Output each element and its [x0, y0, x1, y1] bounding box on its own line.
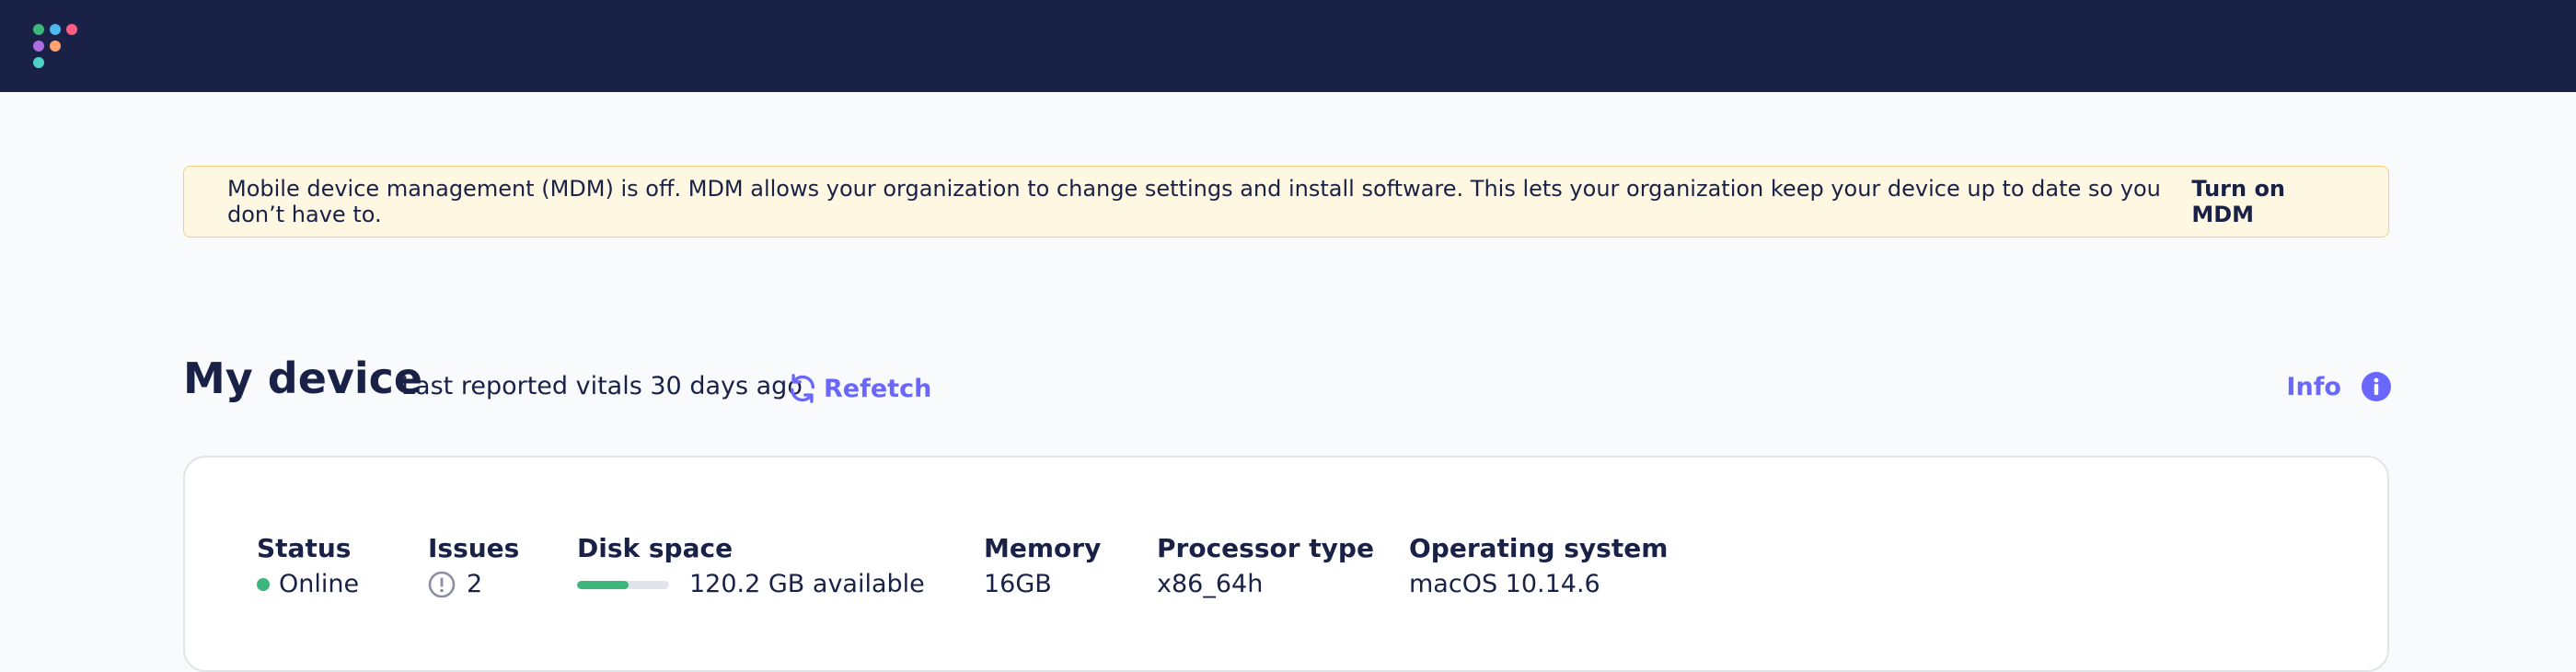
- vital-issues: Issues 2: [428, 531, 519, 603]
- logo-dot: [66, 24, 77, 35]
- device-vitals-card: Status Online Issues 2 Disk space 120.2 …: [183, 456, 2389, 672]
- logo-dot: [33, 41, 44, 52]
- disk-usage-fill: [577, 580, 629, 589]
- memory-value: 16GB: [984, 570, 1052, 598]
- operating-system-value: macOS 10.14.6: [1409, 570, 1600, 598]
- issues-count: 2: [467, 570, 483, 598]
- issues-value[interactable]: 2: [428, 566, 519, 603]
- banner-message: Mobile device management (MDM) is off. M…: [227, 176, 2161, 227]
- status-label: Status: [257, 533, 352, 563]
- info-label: Info: [2286, 372, 2341, 401]
- mdm-off-banner: Mobile device management (MDM) is off. M…: [183, 166, 2389, 238]
- issues-label: Issues: [428, 533, 520, 563]
- logo-dot: [33, 24, 44, 35]
- disk-space-text: 120.2 GB available: [689, 570, 925, 598]
- page-title: My device: [183, 353, 423, 403]
- processor-type-label: Processor type: [1157, 533, 1374, 563]
- status-value: Online: [257, 566, 359, 603]
- vital-status: Status Online: [257, 531, 359, 603]
- top-navigation-bar: [0, 0, 2576, 92]
- refresh-icon: [790, 374, 815, 403]
- refetch-button[interactable]: Refetch: [787, 370, 931, 407]
- info-button[interactable]: Info: [2286, 372, 2391, 401]
- fleet-logo[interactable]: [33, 20, 88, 72]
- status-text: Online: [279, 570, 360, 598]
- issue-icon: [428, 571, 456, 598]
- vital-disk-space: Disk space 120.2 GB available: [577, 531, 925, 603]
- disk-usage-bar: [577, 580, 669, 589]
- refetch-label: Refetch: [824, 374, 932, 403]
- turn-on-mdm-button[interactable]: Turn on MDM: [2191, 176, 2345, 227]
- logo-dot: [50, 41, 61, 52]
- vital-memory: Memory 16GB: [984, 531, 1101, 603]
- online-status-dot: [257, 578, 270, 591]
- logo-dot: [50, 24, 61, 35]
- last-reported-text: Last reported vitals 30 days ago: [401, 372, 803, 400]
- vital-operating-system: Operating system macOS 10.14.6: [1409, 531, 1668, 603]
- memory-label: Memory: [984, 533, 1102, 563]
- disk-space-value: 120.2 GB available: [577, 566, 925, 603]
- logo-dot: [33, 57, 44, 68]
- disk-space-label: Disk space: [577, 533, 734, 563]
- device-header: My device Last reported vitals 30 days a…: [183, 353, 2391, 414]
- info-icon: [2362, 372, 2391, 401]
- processor-type-value: x86_64h: [1157, 570, 1264, 598]
- vital-processor-type: Processor type x86_64h: [1157, 531, 1374, 603]
- operating-system-label: Operating system: [1409, 533, 1669, 563]
